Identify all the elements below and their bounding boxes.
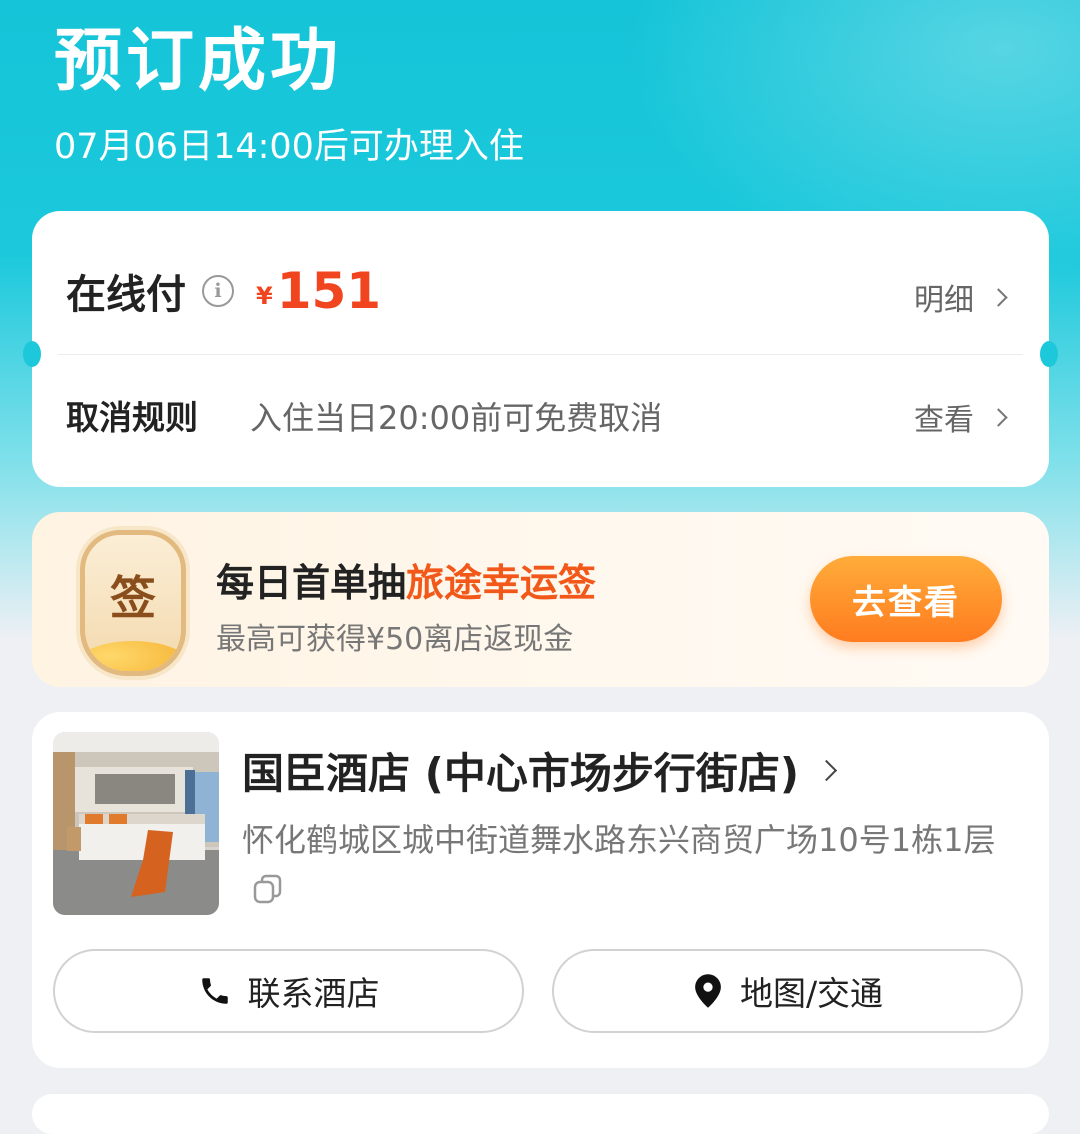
chevron-right-icon — [989, 407, 1008, 427]
checkin-note: 07月06日14:00后可办理入住 — [54, 127, 524, 167]
info-icon[interactable]: i — [202, 275, 234, 307]
next-card — [32, 1094, 1049, 1134]
hotel-name: 国臣酒店 (中心市场步行街店) — [242, 749, 800, 798]
promo-subtitle: 最高可获得¥50离店返现金 — [216, 622, 574, 657]
promo-title: 每日首单抽旅途幸运签 — [216, 552, 596, 607]
payment-row: 在线付 i ¥ 151 — [66, 261, 381, 321]
promo-title-prefix: 每日首单抽 — [216, 561, 407, 605]
promo-title-highlight: 旅途幸运签 — [406, 561, 597, 605]
view-link-label: 查看 — [914, 403, 974, 438]
map-traffic-label: 地图/交通 — [739, 974, 884, 1013]
hotel-room-photo[interactable] — [53, 732, 219, 915]
badge-character: 签 — [110, 571, 156, 625]
cancel-rule-label: 取消规则 — [66, 398, 198, 437]
promo-view-button[interactable]: 去查看 — [810, 556, 1002, 642]
page-title: 预订成功 — [54, 22, 343, 101]
contact-hotel-label: 联系酒店 — [247, 974, 380, 1013]
phone-icon — [201, 978, 228, 1004]
location-pin-icon — [695, 974, 721, 1008]
chevron-right-icon — [815, 759, 838, 782]
map-traffic-button[interactable]: 地图/交通 — [552, 949, 1023, 1033]
hotel-address-text: 怀化鹤城区城中街道舞水路东兴商贸广场10号1栋1层 — [242, 821, 996, 859]
detail-link[interactable]: 明细 — [914, 275, 1008, 319]
card-notch — [1040, 341, 1058, 367]
card-notch — [23, 341, 41, 367]
payment-label: 在线付 — [66, 272, 186, 318]
promo-banner[interactable]: 签 每日首单抽旅途幸运签 最高可获得¥50离店返现金 去查看 — [32, 512, 1049, 687]
view-cancel-rule-link[interactable]: 查看 — [914, 395, 1008, 439]
currency-symbol: ¥ — [256, 282, 273, 310]
lucky-sign-badge-icon: 签 — [80, 530, 186, 676]
chevron-right-icon — [989, 287, 1008, 307]
hotel-address: 怀化鹤城区城中街道舞水路东兴商贸广场10号1栋1层 — [242, 812, 1022, 924]
payment-card: 在线付 i ¥ 151 明细 取消规则 入住当日20:00前可免费取消 查看 — [23, 211, 1058, 487]
copy-icon[interactable] — [252, 866, 284, 922]
hotel-name-link[interactable]: 国臣酒店 (中心市场步行街店) — [242, 740, 838, 801]
divider — [58, 354, 1023, 355]
contact-hotel-button[interactable]: 联系酒店 — [53, 949, 524, 1033]
hotel-card: 国臣酒店 (中心市场步行街店) 怀化鹤城区城中街道舞水路东兴商贸广场10号1栋1… — [32, 712, 1049, 1068]
price-amount: 151 — [276, 262, 382, 320]
cancel-policy-text: 入住当日20:00前可免费取消 — [250, 399, 663, 437]
detail-link-label: 明细 — [914, 283, 974, 318]
